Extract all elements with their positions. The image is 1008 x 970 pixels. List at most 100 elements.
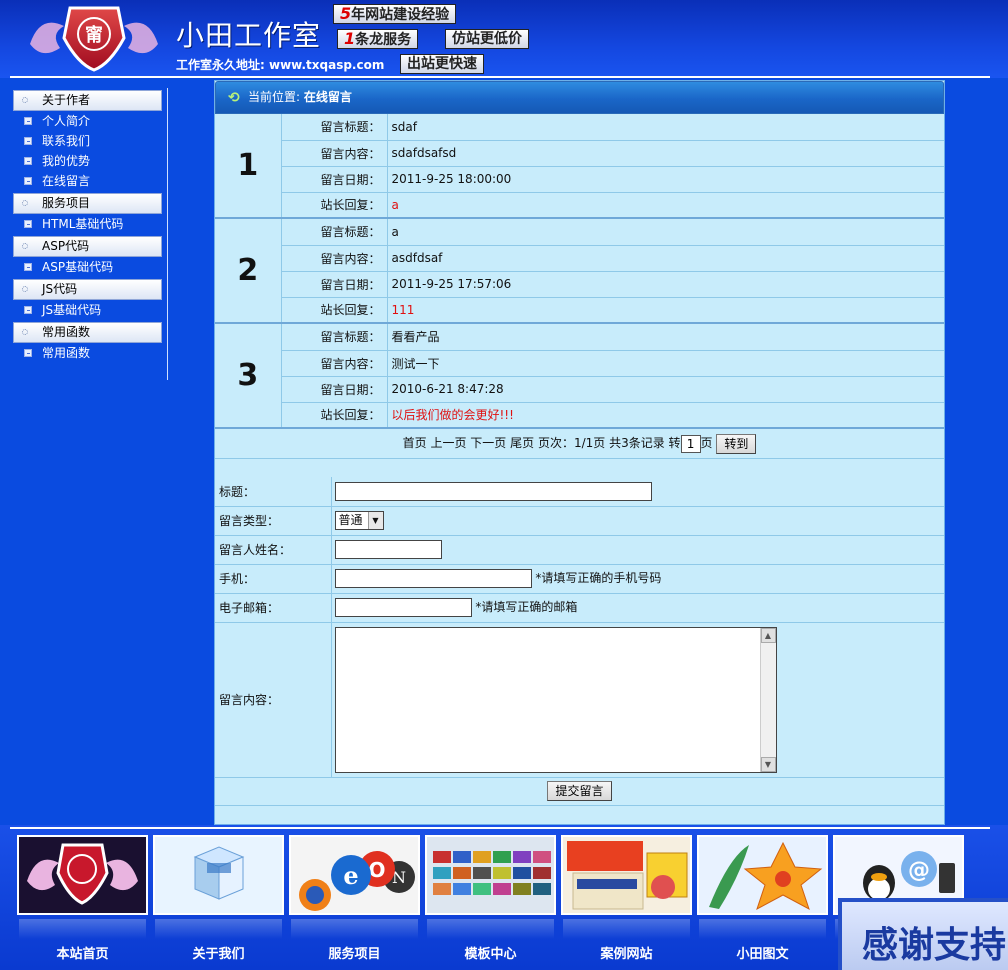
bullet-icon [24, 220, 32, 228]
message-date: 2011-9-25 17:57:06 [387, 271, 944, 298]
pager-info: 页次：1/1页 共3条记录 转 [537, 436, 681, 450]
sidebar-item-html[interactable]: HTML基础代码 [10, 214, 167, 234]
header-tag-experience: 5年网站建设经验 [333, 4, 457, 24]
email-input[interactable] [334, 598, 472, 617]
sidebar-item-functions[interactable]: 常用函数 [10, 343, 167, 363]
scroll-down-icon[interactable]: ▼ [760, 756, 776, 772]
bullet-icon [24, 177, 32, 185]
sidebar-item-advantages[interactable]: 我的优势 [10, 151, 167, 171]
sidebar-category-js[interactable]: JS代码 [13, 279, 162, 300]
name-input[interactable] [334, 540, 442, 559]
message-date-label: 留言日期： [281, 376, 388, 403]
message-reply-label: 站长回复： [281, 192, 388, 219]
title-label: 标题： [215, 477, 332, 507]
message-content-label: 留言内容： [281, 140, 388, 167]
message-type-select[interactable]: 普通 ▼ [334, 511, 384, 530]
header-divider [10, 76, 990, 78]
svg-text:O: O [368, 858, 385, 882]
bullet-icon [24, 117, 32, 125]
footer-link-gallery[interactable]: 小田图文 [697, 835, 828, 965]
browser-icons-thumbnail: N O e [289, 835, 420, 915]
message-title-label: 留言标题： [281, 324, 388, 351]
scroll-up-icon[interactable]: ▲ [760, 627, 776, 643]
message-reply: a [387, 192, 944, 219]
bullet-icon [24, 263, 32, 271]
message-reply: 111 [387, 297, 944, 324]
message-entry: 3 留言标题： 看看产品 留言内容： 测试一下 留言日期： 2010-6-21 … [215, 324, 944, 429]
svg-text:e: e [343, 861, 358, 890]
content-textarea[interactable]: ▲ ▼ [334, 626, 777, 773]
footer-link-services[interactable]: N O e 服务项目 [289, 835, 420, 965]
cases-thumbnail [561, 835, 692, 915]
footer-caption: 模板中心 [464, 947, 517, 962]
message-entry: 2 留言标题： a 留言内容： asdfdsaf 留言日期： 2011-9-25… [215, 219, 944, 324]
submit-button[interactable]: 提交留言 [547, 781, 612, 801]
page-number-input[interactable] [680, 434, 701, 453]
sidebar-item-guestbook[interactable]: 在线留言 [10, 171, 167, 191]
message-reply: 以后我们做的会更好!!! [387, 402, 944, 429]
main-panel: ⟲ 当前位置: 在线留言 1 留言标题： sdaf 留言内容： sdafdsaf… [214, 80, 945, 825]
pager-last-link[interactable]: 尾页 [510, 436, 534, 450]
footer-divider [10, 827, 990, 829]
type-label: 留言类型： [215, 506, 332, 536]
dot-icon [22, 329, 28, 335]
message-title: a [387, 219, 944, 246]
message-number: 3 [215, 324, 282, 429]
message-date-label: 留言日期： [281, 271, 388, 298]
message-content: asdfdsaf [387, 245, 944, 272]
email-label: 电子邮箱： [215, 593, 332, 623]
cube-thumbnail [153, 835, 284, 915]
pager-next-link[interactable]: 下一页 [470, 436, 506, 450]
sidebar-item-js-basic[interactable]: JS基础代码 [10, 300, 167, 320]
message-date-label: 留言日期： [281, 166, 388, 193]
sidebar: 关于作者 个人简介 联系我们 我的优势 在线留言 服务项目 HTML基础代码 A… [10, 88, 168, 380]
message-content: sdafdsafsd [387, 140, 944, 167]
sidebar-item-contact[interactable]: 联系我们 [10, 131, 167, 151]
name-label: 留言人姓名： [215, 535, 332, 565]
bullet-icon [24, 137, 32, 145]
chevron-down-icon: ▼ [367, 512, 383, 529]
bullet-icon [24, 349, 32, 357]
footer-link-cases[interactable]: 案例网站 [561, 835, 692, 965]
return-arrow-icon: ⟲ [228, 90, 240, 106]
sidebar-item-asp-basic[interactable]: ASP基础代码 [10, 257, 167, 277]
phone-label: 手机： [215, 564, 332, 594]
pager-first-link[interactable]: 首页 [403, 436, 427, 450]
dot-icon [22, 243, 28, 249]
footer-link-about[interactable]: 关于我们 [153, 835, 284, 965]
sidebar-category-asp[interactable]: ASP代码 [13, 236, 162, 257]
title-input[interactable] [334, 481, 652, 501]
header-tag-price: 仿站更低价 [445, 29, 529, 49]
home-thumbnail [17, 835, 148, 915]
site-address: 工作室永久地址: www.txqasp.com [176, 58, 385, 72]
message-reply-label: 站长回复： [281, 402, 388, 429]
dot-icon [22, 286, 28, 292]
thanks-banner[interactable]: 感谢支持 [838, 898, 1008, 970]
pager-prev-link[interactable]: 上一页 [430, 436, 466, 450]
message-reply-label: 站长回复： [281, 297, 388, 324]
templates-thumbnail [425, 835, 556, 915]
footer-caption: 服务项目 [328, 947, 381, 962]
textarea-scrollbar[interactable]: ▲ ▼ [759, 627, 776, 772]
dot-icon [22, 97, 28, 103]
message-date: 2011-9-25 18:00:00 [387, 166, 944, 193]
content-label: 留言内容： [215, 622, 332, 778]
go-button[interactable]: 转到 [716, 433, 757, 454]
sidebar-category-services[interactable]: 服务项目 [13, 193, 162, 214]
footer-caption: 案例网站 [600, 947, 653, 962]
studio-logo[interactable]: 甯 [20, 4, 168, 74]
header-tag-service: 1条龙服务 [337, 29, 419, 49]
message-title: 看看产品 [387, 324, 944, 351]
footer-link-templates[interactable]: 模板中心 [425, 835, 556, 965]
sidebar-category-functions[interactable]: 常用函数 [13, 322, 162, 343]
message-number: 1 [215, 114, 282, 219]
phone-input[interactable] [334, 569, 532, 588]
footer-caption: 小田图文 [736, 947, 789, 962]
message-date: 2010-6-21 8:47:28 [387, 376, 944, 403]
breadcrumb-current: 在线留言 [303, 90, 352, 104]
footer-link-home[interactable]: 本站首页 [17, 835, 148, 965]
footer-caption: 本站首页 [56, 947, 109, 962]
sidebar-category-about[interactable]: 关于作者 [13, 90, 162, 111]
sidebar-item-profile[interactable]: 个人简介 [10, 111, 167, 131]
gallery-thumbnail [697, 835, 828, 915]
